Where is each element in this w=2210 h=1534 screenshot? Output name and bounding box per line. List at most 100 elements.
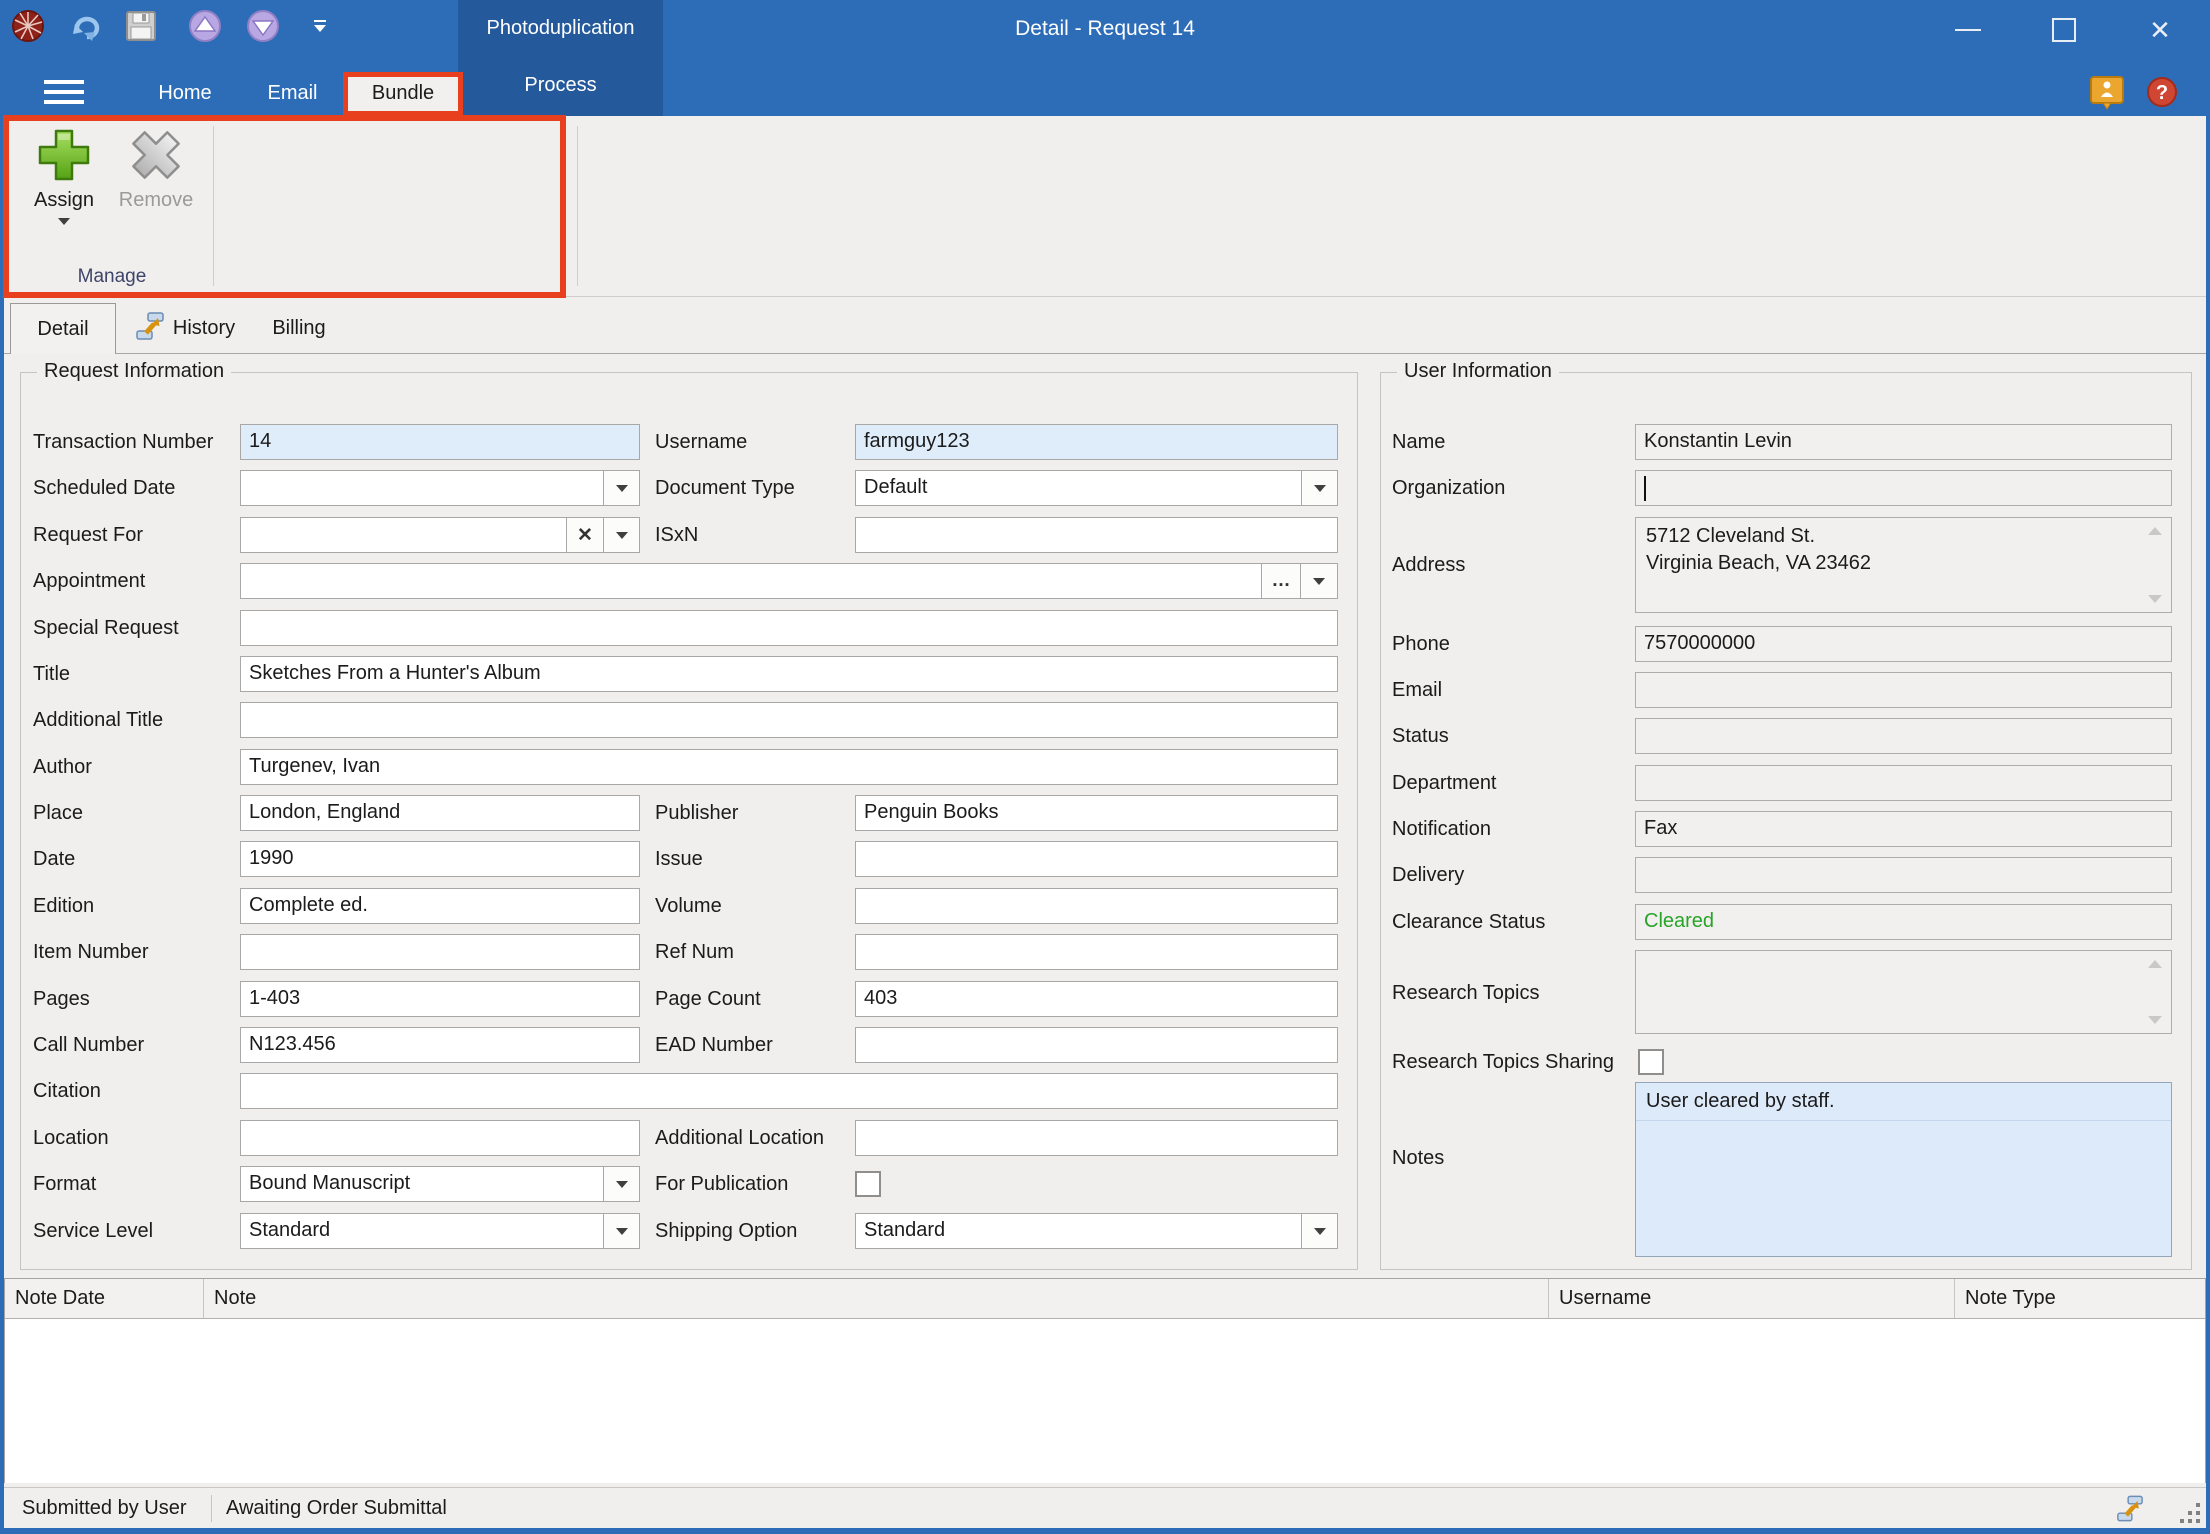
issue-label: Issue <box>655 841 703 877</box>
user-info-badge-icon[interactable] <box>2090 76 2124 115</box>
research-topics-sharing-checkbox[interactable] <box>1638 1049 1664 1075</box>
format-dropdown-button[interactable] <box>603 1166 640 1202</box>
format-field[interactable]: Bound Manuscript <box>240 1166 604 1202</box>
column-header-note-type[interactable]: Note Type <box>1955 1279 2205 1318</box>
isxn-field[interactable] <box>855 517 1338 553</box>
request-for-dropdown-button[interactable] <box>603 517 640 553</box>
request-for-clear-button[interactable]: ✕ <box>566 517 604 553</box>
column-header-note-date[interactable]: Note Date <box>5 1279 204 1318</box>
column-header-note[interactable]: Note <box>204 1279 1549 1318</box>
context-group-label: Photoduplication <box>458 0 663 57</box>
notes-table-body[interactable] <box>5 1319 2205 1483</box>
service-level-dropdown-button[interactable] <box>603 1213 640 1249</box>
ref-num-field[interactable] <box>855 934 1338 970</box>
scroll-up-icon[interactable] <box>2148 960 2162 968</box>
minimize-button[interactable] <box>1940 8 1996 52</box>
clearance-status-field[interactable]: Cleared <box>1635 904 2172 940</box>
research-topics-label: Research Topics <box>1392 975 1539 1011</box>
toolbar-overflow-icon[interactable] <box>312 20 328 32</box>
ribbon-bottom-line <box>566 296 2206 297</box>
tab-history[interactable]: History <box>120 303 250 354</box>
service-level-field[interactable]: Standard <box>240 1213 604 1249</box>
additional-location-field[interactable] <box>855 1120 1338 1156</box>
author-field[interactable]: Turgenev, Ivan <box>240 749 1338 785</box>
issue-field[interactable] <box>855 841 1338 877</box>
tab-email[interactable]: Email <box>245 71 340 116</box>
document-type-field[interactable]: Default <box>855 470 1302 506</box>
additional-title-field[interactable] <box>240 702 1338 738</box>
scheduled-date-field[interactable] <box>240 470 604 506</box>
for-publication-label: For Publication <box>655 1166 788 1202</box>
item-number-field[interactable] <box>240 934 640 970</box>
call-number-field[interactable]: N123.456 <box>240 1027 640 1063</box>
pages-label: Pages <box>33 981 90 1017</box>
history-status-icon[interactable] <box>2116 1495 2144 1528</box>
location-field[interactable] <box>240 1120 640 1156</box>
appointment-field[interactable] <box>240 563 1262 599</box>
resize-grip[interactable] <box>2180 1503 2202 1525</box>
email-label: Email <box>1392 672 1442 708</box>
shipping-option-dropdown-button[interactable] <box>1301 1213 1338 1249</box>
page-count-field[interactable]: 403 <box>855 981 1338 1017</box>
menu-icon[interactable] <box>44 80 84 110</box>
title-field[interactable]: Sketches From a Hunter's Album <box>240 656 1338 692</box>
request-for-field[interactable] <box>240 517 567 553</box>
notes-list[interactable]: User cleared by staff. <box>1635 1082 2172 1257</box>
department-label: Department <box>1392 765 1497 801</box>
tab-bundle[interactable]: Bundle <box>343 72 463 116</box>
scroll-up-icon[interactable] <box>2148 527 2162 535</box>
clearance-status-label: Clearance Status <box>1392 904 1545 940</box>
assign-button[interactable]: Assign <box>22 126 106 230</box>
volume-field[interactable] <box>855 888 1338 924</box>
citation-field[interactable] <box>240 1073 1338 1109</box>
publisher-field[interactable]: Penguin Books <box>855 795 1338 831</box>
status-field[interactable] <box>1635 718 2172 754</box>
document-type-dropdown-button[interactable] <box>1301 470 1338 506</box>
department-field[interactable] <box>1635 765 2172 801</box>
address-field[interactable]: 5712 Cleveland St. Virginia Beach, VA 23… <box>1635 517 2172 613</box>
edition-field[interactable]: Complete ed. <box>240 888 640 924</box>
delivery-field[interactable] <box>1635 857 2172 893</box>
tab-home[interactable]: Home <box>130 71 240 116</box>
scroll-down-icon[interactable] <box>2148 1016 2162 1024</box>
app-logo-icon[interactable] <box>10 8 46 49</box>
appointment-browse-button[interactable]: … <box>1261 563 1301 599</box>
shipping-option-field[interactable]: Standard <box>855 1213 1302 1249</box>
scroll-down-icon[interactable] <box>2148 595 2162 603</box>
tab-billing[interactable]: Billing <box>254 303 344 354</box>
service-level-label: Service Level <box>33 1213 153 1249</box>
maximize-button[interactable] <box>2036 8 2092 52</box>
place-field[interactable]: London, England <box>240 795 640 831</box>
assign-dropdown-icon[interactable] <box>58 218 70 225</box>
move-down-icon[interactable] <box>246 9 280 48</box>
user-information-title: User Information <box>1397 360 1559 383</box>
additional-location-label: Additional Location <box>655 1120 824 1156</box>
move-up-icon[interactable] <box>188 9 222 48</box>
name-field[interactable]: Konstantin Levin <box>1635 424 2172 460</box>
help-icon[interactable]: ? <box>2146 76 2178 113</box>
assign-label: Assign <box>22 189 106 212</box>
remove-button[interactable]: Remove <box>114 126 198 212</box>
date-field[interactable]: 1990 <box>240 841 640 877</box>
close-button[interactable]: ✕ <box>2132 8 2188 52</box>
phone-field[interactable]: 7570000000 <box>1635 626 2172 662</box>
save-icon[interactable] <box>126 11 156 46</box>
for-publication-checkbox[interactable] <box>855 1171 881 1197</box>
email-field[interactable] <box>1635 672 2172 708</box>
notes-item[interactable]: User cleared by staff. <box>1636 1083 2171 1121</box>
remove-label: Remove <box>114 189 198 212</box>
refresh-icon[interactable] <box>70 10 104 47</box>
organization-field[interactable] <box>1635 470 2172 506</box>
appointment-dropdown-button[interactable] <box>1300 563 1338 599</box>
ead-number-field[interactable] <box>855 1027 1338 1063</box>
research-topics-field[interactable] <box>1635 950 2172 1034</box>
special-request-field[interactable] <box>240 610 1338 646</box>
username-field[interactable]: farmguy123 <box>855 424 1338 460</box>
scheduled-date-dropdown-button[interactable] <box>603 470 640 506</box>
column-header-username[interactable]: Username <box>1549 1279 1955 1318</box>
transaction-number-field[interactable]: 14 <box>240 424 640 460</box>
tab-detail[interactable]: Detail <box>10 303 116 354</box>
pages-field[interactable]: 1-403 <box>240 981 640 1017</box>
notification-field[interactable]: Fax <box>1635 811 2172 847</box>
tab-process[interactable]: Process <box>458 57 663 116</box>
